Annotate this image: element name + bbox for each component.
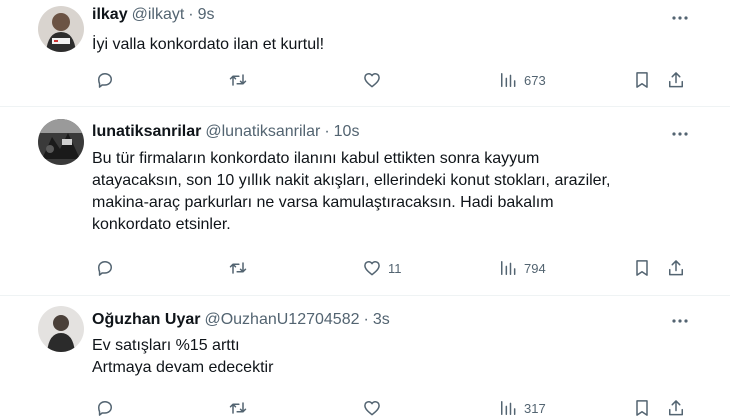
separator-dot: · (324, 123, 330, 140)
timestamp[interactable]: 3s (373, 311, 390, 329)
bookmark-button[interactable] (632, 68, 652, 92)
retweet-icon (229, 74, 247, 86)
bookmark-button[interactable] (632, 256, 652, 280)
separator-dot: · (188, 6, 194, 23)
tweet-text: İyi valla konkordato ilan et kurtul! (92, 34, 682, 56)
retweet-button[interactable] (228, 68, 248, 92)
tweet-actions: 11 794 (0, 256, 730, 280)
reply-button[interactable] (95, 256, 115, 280)
heart-icon (364, 401, 380, 416)
views-icon (501, 73, 516, 87)
views-button[interactable]: 673 (498, 68, 546, 92)
heart-icon (364, 73, 380, 88)
tweet-text-line: Ev satışları %15 arttı (92, 337, 240, 354)
reply-icon (98, 73, 112, 88)
bookmark-icon (636, 260, 648, 276)
retweet-button[interactable] (228, 396, 248, 420)
user-handle[interactable]: @ilkayt (132, 6, 185, 24)
like-button[interactable] (362, 396, 382, 420)
reply-button[interactable] (95, 396, 115, 420)
tweet-text-line: konkordato etsinler. (92, 216, 231, 233)
tweet-text-line: Artmaya devam edecektir (92, 359, 274, 376)
reply-button[interactable] (95, 68, 115, 92)
timeline-feed: ilkay @ilkayt · 9s İyi valla konkordato … (0, 0, 730, 420)
share-button[interactable] (666, 396, 686, 420)
more-icon[interactable] (670, 8, 690, 28)
user-handle[interactable]: @lunatiksanrilar (205, 123, 320, 141)
tweet[interactable]: lunatiksanrilar @lunatiksanrilar · 10s B… (0, 107, 730, 295)
tweet-text-line: İyi valla konkordato ilan et kurtul! (92, 36, 325, 53)
reply-icon (98, 261, 112, 276)
tweet-text-line: makina-araç parkurları ne varsa kamulaşt… (92, 194, 554, 211)
tweet-text: Ev satışları %15 arttı Artmaya devam ede… (92, 335, 682, 379)
tweet-header: lunatiksanrilar @lunatiksanrilar · 10s (92, 123, 359, 141)
share-button[interactable] (666, 256, 686, 280)
views-icon (501, 401, 516, 415)
tweet[interactable]: Oğuzhan Uyar @OuzhanU12704582 · 3s Ev sa… (0, 296, 730, 420)
display-name[interactable]: lunatiksanrilar (92, 123, 201, 141)
tweet-header: Oğuzhan Uyar @OuzhanU12704582 · 3s (92, 311, 390, 329)
retweet-icon (229, 402, 247, 414)
tweet[interactable]: ilkay @ilkayt · 9s İyi valla konkordato … (0, 0, 730, 110)
avatar[interactable] (38, 6, 84, 52)
share-icon (669, 400, 683, 416)
bookmark-button[interactable] (632, 396, 652, 420)
more-icon[interactable] (670, 124, 690, 144)
timestamp[interactable]: 9s (198, 6, 215, 24)
retweet-icon (229, 262, 247, 274)
views-button[interactable]: 794 (498, 256, 546, 280)
like-button[interactable] (362, 68, 382, 92)
tweet-actions: 317 (0, 396, 730, 420)
bookmark-icon (636, 72, 648, 88)
tweet-header: ilkay @ilkayt · 9s (92, 6, 215, 24)
tweet-actions: 673 (0, 68, 730, 92)
views-icon (501, 261, 516, 275)
like-button[interactable]: 11 (362, 256, 402, 280)
tweet-text-line: Bu tür firmaların konkordato ilanını kab… (92, 150, 540, 167)
tweet-text: Bu tür firmaların konkordato ilanını kab… (92, 148, 682, 236)
user-handle[interactable]: @OuzhanU12704582 (204, 311, 359, 329)
tweet-text-line: atayacaksın, son 10 yıllık nakit akışlar… (92, 172, 611, 189)
view-count: 794 (524, 260, 546, 276)
view-count: 317 (524, 400, 546, 416)
view-count: 673 (524, 72, 546, 88)
timestamp[interactable]: 10s (334, 123, 360, 141)
avatar[interactable] (38, 119, 84, 165)
share-button[interactable] (666, 68, 686, 92)
like-count: 11 (388, 260, 402, 276)
heart-icon (364, 261, 380, 276)
reply-icon (98, 401, 112, 416)
display-name[interactable]: Oğuzhan Uyar (92, 311, 200, 329)
avatar[interactable] (38, 306, 84, 352)
share-icon (669, 260, 683, 276)
share-icon (669, 72, 683, 88)
separator-dot: · (363, 311, 369, 328)
display-name[interactable]: ilkay (92, 6, 128, 24)
bookmark-icon (636, 400, 648, 416)
more-icon[interactable] (670, 311, 690, 331)
retweet-button[interactable] (228, 256, 248, 280)
views-button[interactable]: 317 (498, 396, 546, 420)
